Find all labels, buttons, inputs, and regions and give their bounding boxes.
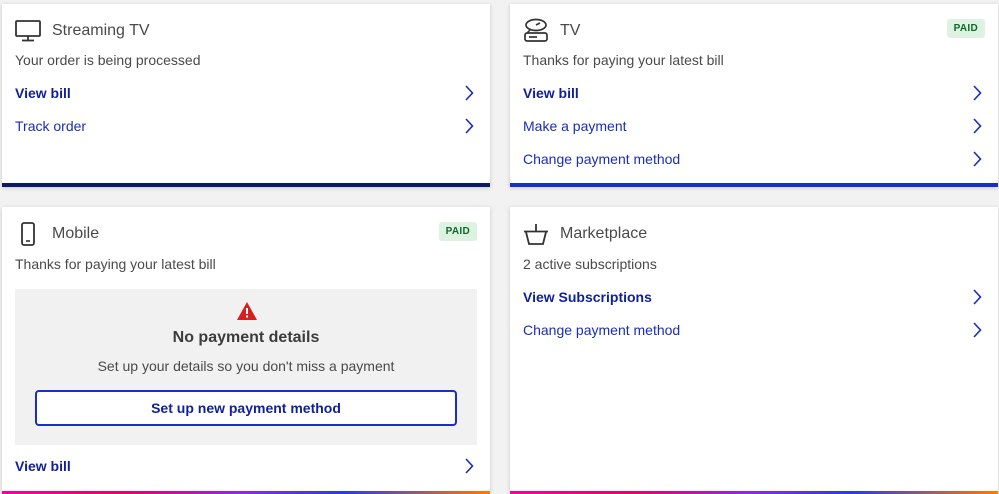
mobile-phone-icon <box>15 221 41 247</box>
card-title: Mobile <box>52 225 100 242</box>
chevron-right-icon <box>971 289 983 305</box>
monitor-icon <box>15 18 41 44</box>
link-label: Change payment method <box>523 151 681 167</box>
chevron-right-icon <box>971 322 983 338</box>
chevron-right-icon <box>463 458 475 474</box>
view-bill-link[interactable]: View bill <box>15 454 475 478</box>
card-subtitle: 2 active subscriptions <box>523 256 657 272</box>
paid-badge: PAID <box>946 19 985 38</box>
card-subtitle: Thanks for paying your latest bill <box>523 52 724 68</box>
change-payment-method-link[interactable]: Change payment method <box>523 318 983 342</box>
change-payment-method-link[interactable]: Change payment method <box>523 147 983 171</box>
tv-card: TV PAID Thanks for paying your latest bi… <box>510 4 998 187</box>
card-accent-bar <box>2 183 490 187</box>
link-label: View Subscriptions <box>523 289 652 305</box>
chevron-right-icon <box>463 118 475 134</box>
link-label: Change payment method <box>523 322 681 338</box>
chevron-right-icon <box>971 151 983 167</box>
card-title: Marketplace <box>560 225 648 242</box>
chevron-right-icon <box>971 118 983 134</box>
view-subscriptions-link[interactable]: View Subscriptions <box>523 285 983 309</box>
card-subtitle: Your order is being processed <box>15 52 201 68</box>
card-header: Streaming TV <box>15 17 150 45</box>
link-label: View bill <box>15 85 71 101</box>
card-subtitle: Thanks for paying your latest bill <box>15 256 216 272</box>
warning-icon <box>236 301 258 321</box>
card-title: TV <box>560 22 581 39</box>
paid-badge: PAID <box>438 222 477 241</box>
track-order-link[interactable]: Track order <box>15 114 475 138</box>
alert-title: No payment details <box>172 329 320 346</box>
view-bill-link[interactable]: View bill <box>523 81 983 105</box>
setup-payment-method-button[interactable]: Set up new payment method <box>35 390 457 426</box>
card-header: TV <box>523 17 580 45</box>
basket-icon <box>523 221 549 247</box>
card-accent-bar <box>510 183 998 187</box>
make-payment-link[interactable]: Make a payment <box>523 114 983 138</box>
view-bill-link[interactable]: View bill <box>15 81 475 105</box>
mobile-card: Mobile PAID Thanks for paying your lates… <box>2 207 490 494</box>
card-header: Mobile <box>15 220 99 248</box>
alert-description: Set up your details so you don't miss a … <box>97 358 395 374</box>
link-label: View bill <box>523 85 579 101</box>
link-label: View bill <box>15 458 71 474</box>
link-label: Track order <box>15 118 87 134</box>
link-label: Make a payment <box>523 118 627 134</box>
card-title: Streaming TV <box>52 22 150 39</box>
chevron-right-icon <box>971 85 983 101</box>
streaming-tv-card: Streaming TV Your order is being process… <box>2 4 490 187</box>
card-header: Marketplace <box>523 220 647 248</box>
chevron-right-icon <box>463 85 475 101</box>
marketplace-card: Marketplace 2 active subscriptions View … <box>510 207 998 494</box>
tv-box-icon <box>523 18 549 44</box>
no-payment-alert: No payment details Set up your details s… <box>15 289 477 445</box>
